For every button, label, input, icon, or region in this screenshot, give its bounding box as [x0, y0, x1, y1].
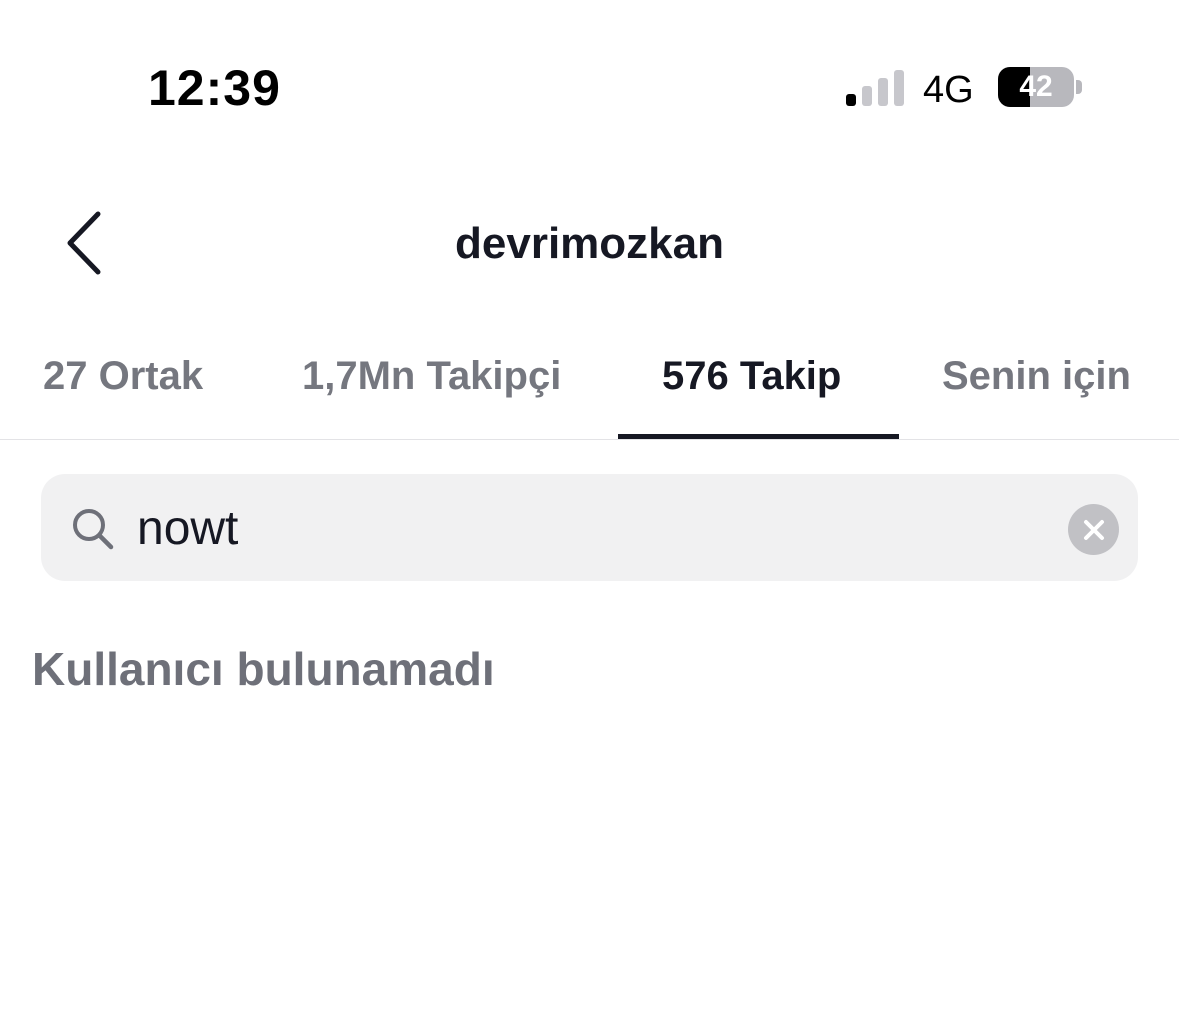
network-type: 4G	[923, 69, 974, 111]
search-icon	[73, 509, 114, 550]
tab-for-you[interactable]: Senin için	[942, 350, 1131, 402]
clear-search-button[interactable]	[1068, 504, 1119, 555]
tabs-divider	[0, 439, 1179, 440]
tab-mutual[interactable]: 27 Ortak	[43, 350, 203, 402]
search-bar[interactable]	[41, 474, 1138, 581]
screen: 12:39 4G 42 devrimozkan 27 Ortak 1,7Mn T…	[0, 0, 1179, 1023]
battery-percentage: 42	[1019, 70, 1053, 103]
cellular-signal-icon	[846, 70, 906, 106]
tab-following[interactable]: 576 Takip	[662, 350, 841, 402]
tab-followers[interactable]: 1,7Mn Takipçi	[302, 350, 561, 402]
page-title: devrimozkan	[455, 219, 724, 268]
battery-cap	[1076, 80, 1082, 94]
status-time: 12:39	[148, 60, 281, 116]
clear-icon	[1083, 519, 1104, 540]
search-input[interactable]	[137, 496, 1017, 560]
battery-icon: 42	[998, 67, 1074, 107]
no-results-message: Kullanıcı bulunamadı	[32, 643, 495, 695]
